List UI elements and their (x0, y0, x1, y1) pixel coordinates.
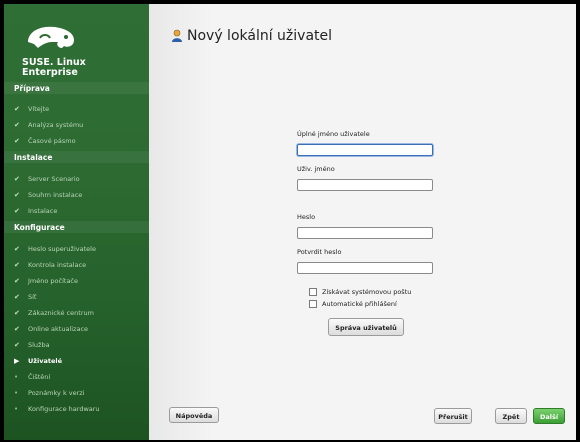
checkmark-icon: ✔ (14, 341, 20, 349)
step-label: Instalace (28, 207, 58, 215)
confirm-password-input[interactable] (297, 262, 433, 274)
step-label: Online aktualizace (28, 325, 89, 333)
username-label: Uživ. jméno (297, 165, 335, 173)
step-label: Síť (28, 293, 37, 301)
receive-mail-label: Získávat systémovou poštu (322, 288, 412, 296)
checkmark-icon: ✔ (14, 325, 20, 333)
installer-sidebar: SUSE. Linux Enterprise Příprava ✔ Vítejte… (4, 4, 149, 440)
suse-brand-text: SUSE. Linux Enterprise (22, 58, 86, 78)
checkmark-icon: ✔ (14, 277, 20, 285)
step-sit: ✔ Síť (14, 292, 36, 302)
step-sluzba: ✔ Služba (14, 340, 50, 350)
step-casove-pasmo: ✔ Časové pásmo (14, 136, 76, 146)
pending-dot-icon: • (14, 405, 19, 413)
pending-dot-icon: • (14, 373, 19, 381)
current-step-arrow-icon: ▶ (14, 357, 20, 365)
suse-chameleon-logo (28, 26, 74, 48)
step-label: Konfigurace hardwaru (28, 405, 100, 413)
checkmark-icon: ✔ (14, 293, 20, 301)
page-title: Nový lokální uživatel (187, 28, 333, 44)
section-priprava: Příprava (14, 84, 50, 93)
checkmark-icon: ✔ (14, 245, 20, 253)
step-label: Souhrn instalace (28, 191, 83, 199)
step-label: Zákaznické centrum (28, 309, 94, 317)
step-label: Vítejte (28, 105, 50, 113)
checkmark-icon: ✔ (14, 191, 20, 199)
username-input[interactable] (297, 179, 433, 191)
step-label: Poznámky k verzi (28, 389, 85, 397)
full-name-label: Úplné jméno uživatele (297, 130, 370, 138)
checkmark-icon: ✔ (14, 121, 20, 129)
step-vitejte: ✔ Vítejte (14, 104, 49, 114)
section-konfigurace: Konfigurace (14, 223, 65, 232)
back-button[interactable]: Zpět (495, 408, 527, 424)
step-label: Čištění (28, 373, 51, 381)
step-label: Uživatelé (28, 357, 63, 365)
step-kontrola-instalace: ✔ Kontrola instalace (14, 260, 86, 270)
autologin-label: Automatické přihlášení (322, 300, 397, 308)
checkmark-icon: ✔ (14, 175, 20, 183)
next-button[interactable]: Další (533, 408, 565, 424)
step-label: Heslo superuživatele (28, 245, 96, 253)
step-souhrn-instalace: ✔ Souhrn instalace (14, 190, 82, 200)
step-jmeno-pocitace: ✔ Jméno počítače (14, 276, 78, 286)
main-content: Nový lokální uživatel Úplné jméno uživat… (149, 4, 576, 440)
password-input[interactable] (297, 227, 433, 239)
step-cisteni: • Čištění (14, 372, 50, 382)
checkmark-icon: ✔ (14, 207, 20, 215)
step-heslo-superuzivatele: ✔ Heslo superuživatele (14, 244, 96, 254)
step-zakaznicke-centrum: ✔ Zákaznické centrum (14, 308, 94, 318)
checkmark-icon: ✔ (14, 261, 20, 269)
step-poznamky-k-verzi: • Poznámky k verzi (14, 388, 85, 398)
checkmark-icon: ✔ (14, 137, 20, 145)
step-label: Kontrola instalace (28, 261, 87, 269)
step-label: Jméno počítače (28, 277, 78, 285)
step-analyza: ✔ Analýza systému (14, 120, 83, 130)
user-icon (172, 29, 182, 42)
brand-line-2: Enterprise (22, 67, 78, 78)
autologin-checkbox[interactable] (309, 300, 317, 308)
installer-window: SUSE. Linux Enterprise Příprava ✔ Vítejte… (0, 0, 580, 442)
full-name-input[interactable] (297, 144, 433, 156)
abort-button[interactable]: Přerušit (434, 408, 472, 424)
step-server-scenario: ✔ Server Scenario (14, 174, 80, 184)
help-button[interactable]: Nápověda (169, 407, 219, 423)
checkmark-icon: ✔ (14, 105, 20, 113)
section-instalace: Instalace (14, 153, 53, 162)
manage-users-button[interactable]: Správa uživatelů (328, 318, 404, 336)
step-online-aktualizace: ✔ Online aktualizace (14, 324, 88, 334)
step-konfigurace-hardwaru: • Konfigurace hardwaru (14, 404, 100, 414)
step-label: Analýza systému (28, 121, 84, 129)
step-label: Služba (28, 341, 50, 349)
pending-dot-icon: • (14, 389, 19, 397)
step-uzivatele: ▶ Uživatelé (14, 356, 62, 366)
checkmark-icon: ✔ (14, 309, 20, 317)
confirm-password-label: Potvrdit heslo (297, 248, 342, 256)
receive-mail-checkbox[interactable] (309, 288, 317, 296)
step-instalace: ✔ Instalace (14, 206, 57, 216)
password-label: Heslo (297, 213, 316, 221)
step-label: Server Scenario (28, 175, 80, 183)
step-label: Časové pásmo (28, 137, 76, 145)
